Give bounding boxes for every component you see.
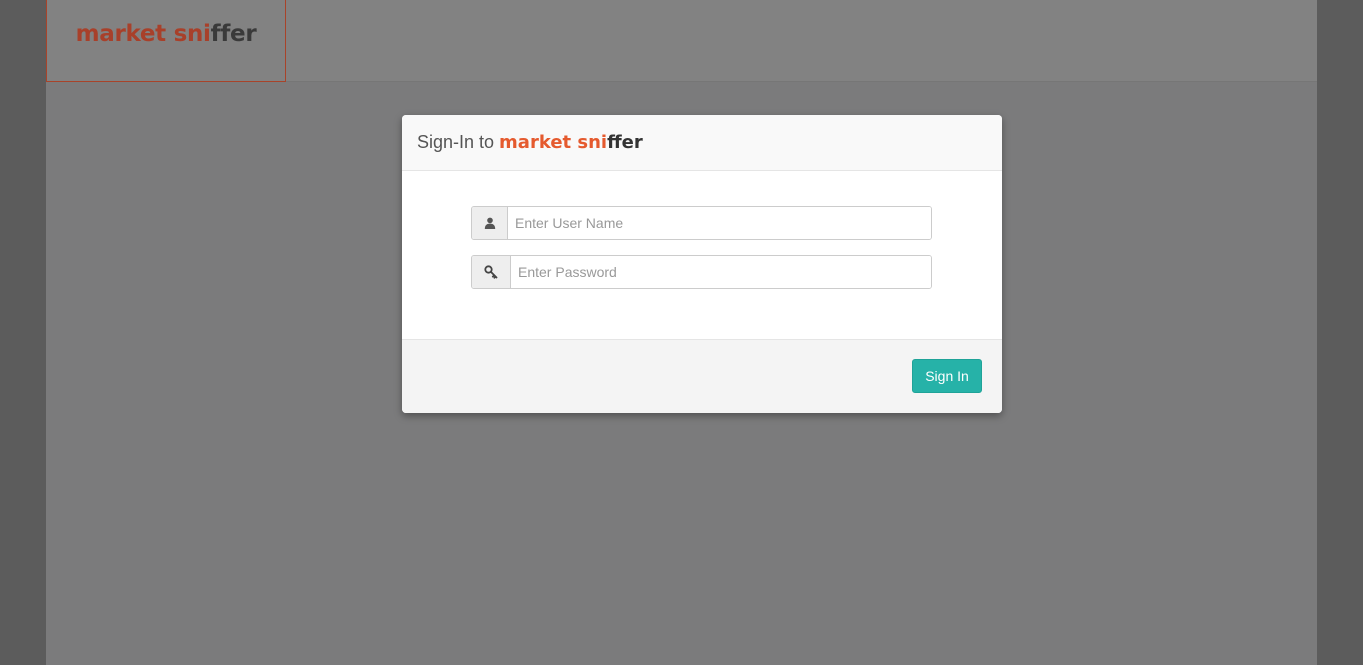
password-input[interactable] <box>511 256 931 288</box>
sign-in-button[interactable]: Sign In <box>912 359 982 393</box>
signin-modal: Sign-In to market sniffer Sign In <box>402 115 1002 413</box>
modal-title: Sign-In to market sniffer <box>417 132 643 153</box>
modal-title-brand: market sniffer <box>499 132 643 153</box>
password-input-group <box>471 255 932 289</box>
modal-title-brand-part2: ffer <box>607 132 643 153</box>
username-input[interactable] <box>508 207 931 239</box>
modal-body <box>402 171 1002 339</box>
top-navbar: market sniffer <box>46 0 1317 82</box>
brand-logo-box[interactable]: market sniffer <box>46 0 286 82</box>
key-icon <box>472 256 511 288</box>
modal-header: Sign-In to market sniffer <box>402 115 1002 171</box>
user-icon <box>472 207 508 239</box>
modal-title-prefix: Sign-In to <box>417 132 500 152</box>
brand-logo-part2: ffer <box>210 20 257 47</box>
modal-title-brand-part1: market sni <box>499 132 608 153</box>
username-input-group <box>471 206 932 240</box>
brand-logo: market sniffer <box>76 21 257 47</box>
modal-footer: Sign In <box>402 339 1002 413</box>
brand-logo-part1: market sni <box>75 20 211 47</box>
